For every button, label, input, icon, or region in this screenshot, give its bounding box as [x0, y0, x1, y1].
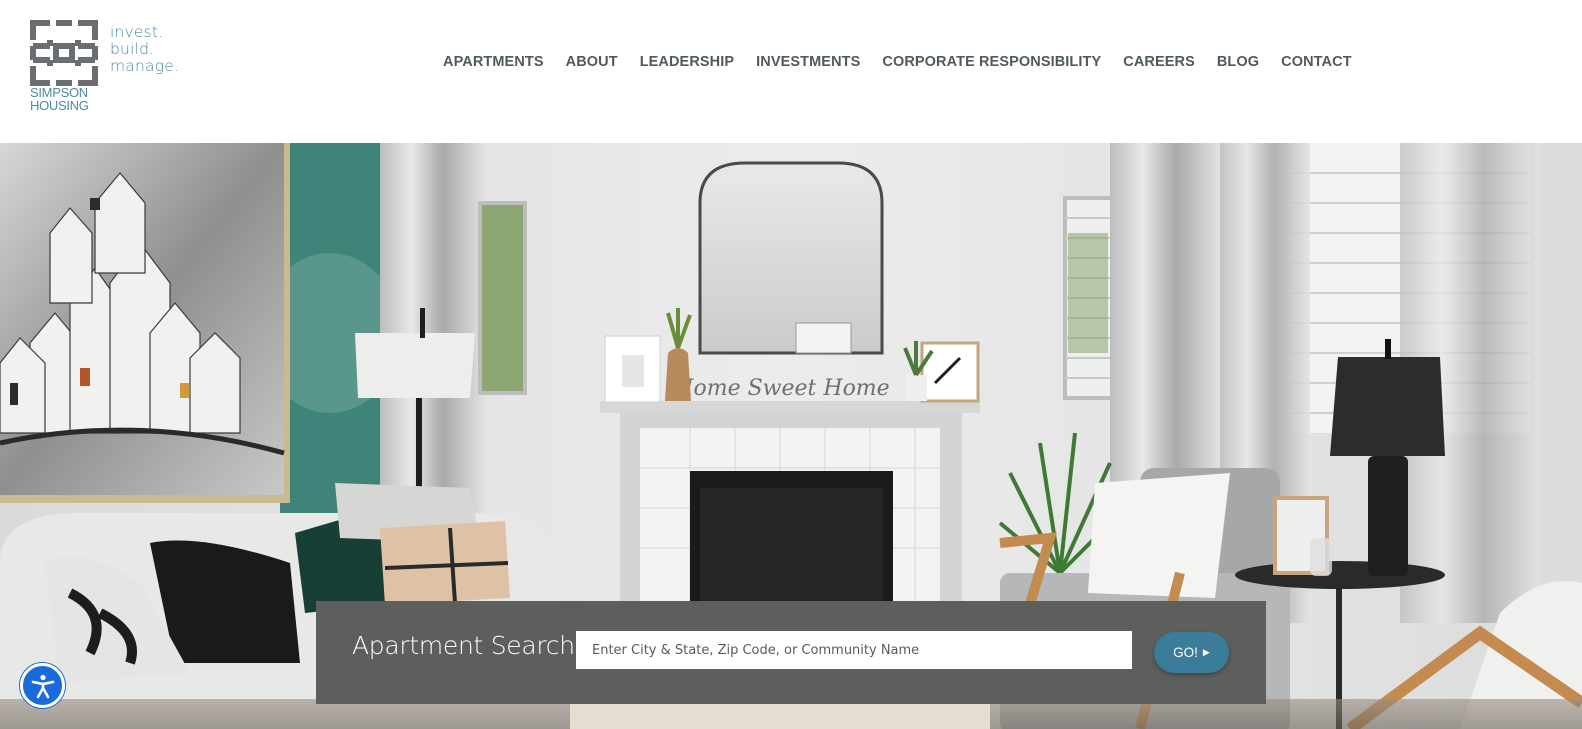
nav-item-blog[interactable]: BLOG — [1217, 54, 1259, 70]
mantel-sign: Home Sweet Home — [673, 376, 889, 401]
nav-item-contact[interactable]: CONTACT — [1281, 54, 1352, 70]
nav-item-apartments[interactable]: APARTMENTS — [443, 54, 544, 70]
accessibility-button[interactable] — [20, 663, 65, 708]
go-button[interactable]: GO! ▶ — [1154, 632, 1229, 673]
site-header: invest. build. manage. SIMPSON HOUSING A… — [0, 0, 1582, 143]
caret-right-icon: ▶ — [1202, 647, 1210, 657]
wall-art — [0, 143, 290, 503]
nav-item-about[interactable]: ABOUT — [566, 54, 618, 70]
mirror — [698, 161, 884, 355]
accessibility-person-icon — [31, 674, 54, 698]
tagline-line: build. — [110, 40, 155, 58]
nav-item-investments[interactable]: INVESTMENTS — [756, 54, 860, 70]
nav-item-corporate-responsibility[interactable]: CORPORATE RESPONSIBILITY — [882, 54, 1101, 70]
logo-grid-icon — [30, 20, 98, 86]
apartment-search-panel: Apartment Search GO! ▶ — [316, 601, 1266, 704]
tagline-line: manage. — [110, 57, 180, 75]
nav-item-leadership[interactable]: LEADERSHIP — [640, 54, 734, 70]
tagline-line: invest. — [110, 23, 164, 41]
go-button-label: GO! — [1173, 645, 1198, 660]
logo[interactable]: invest. build. manage. SIMPSON HOUSING — [28, 18, 198, 118]
logo-brand-name: SIMPSON HOUSING — [30, 86, 89, 112]
brand-name-line: HOUSING — [30, 98, 89, 113]
search-input[interactable] — [576, 631, 1132, 669]
search-title: Apartment Search — [352, 631, 575, 660]
logo-tagline: invest. build. manage. — [110, 24, 179, 75]
nav-item-careers[interactable]: CAREERS — [1123, 54, 1195, 70]
main-nav: APARTMENTS ABOUT LEADERSHIP INVESTMENTS … — [443, 54, 1352, 70]
